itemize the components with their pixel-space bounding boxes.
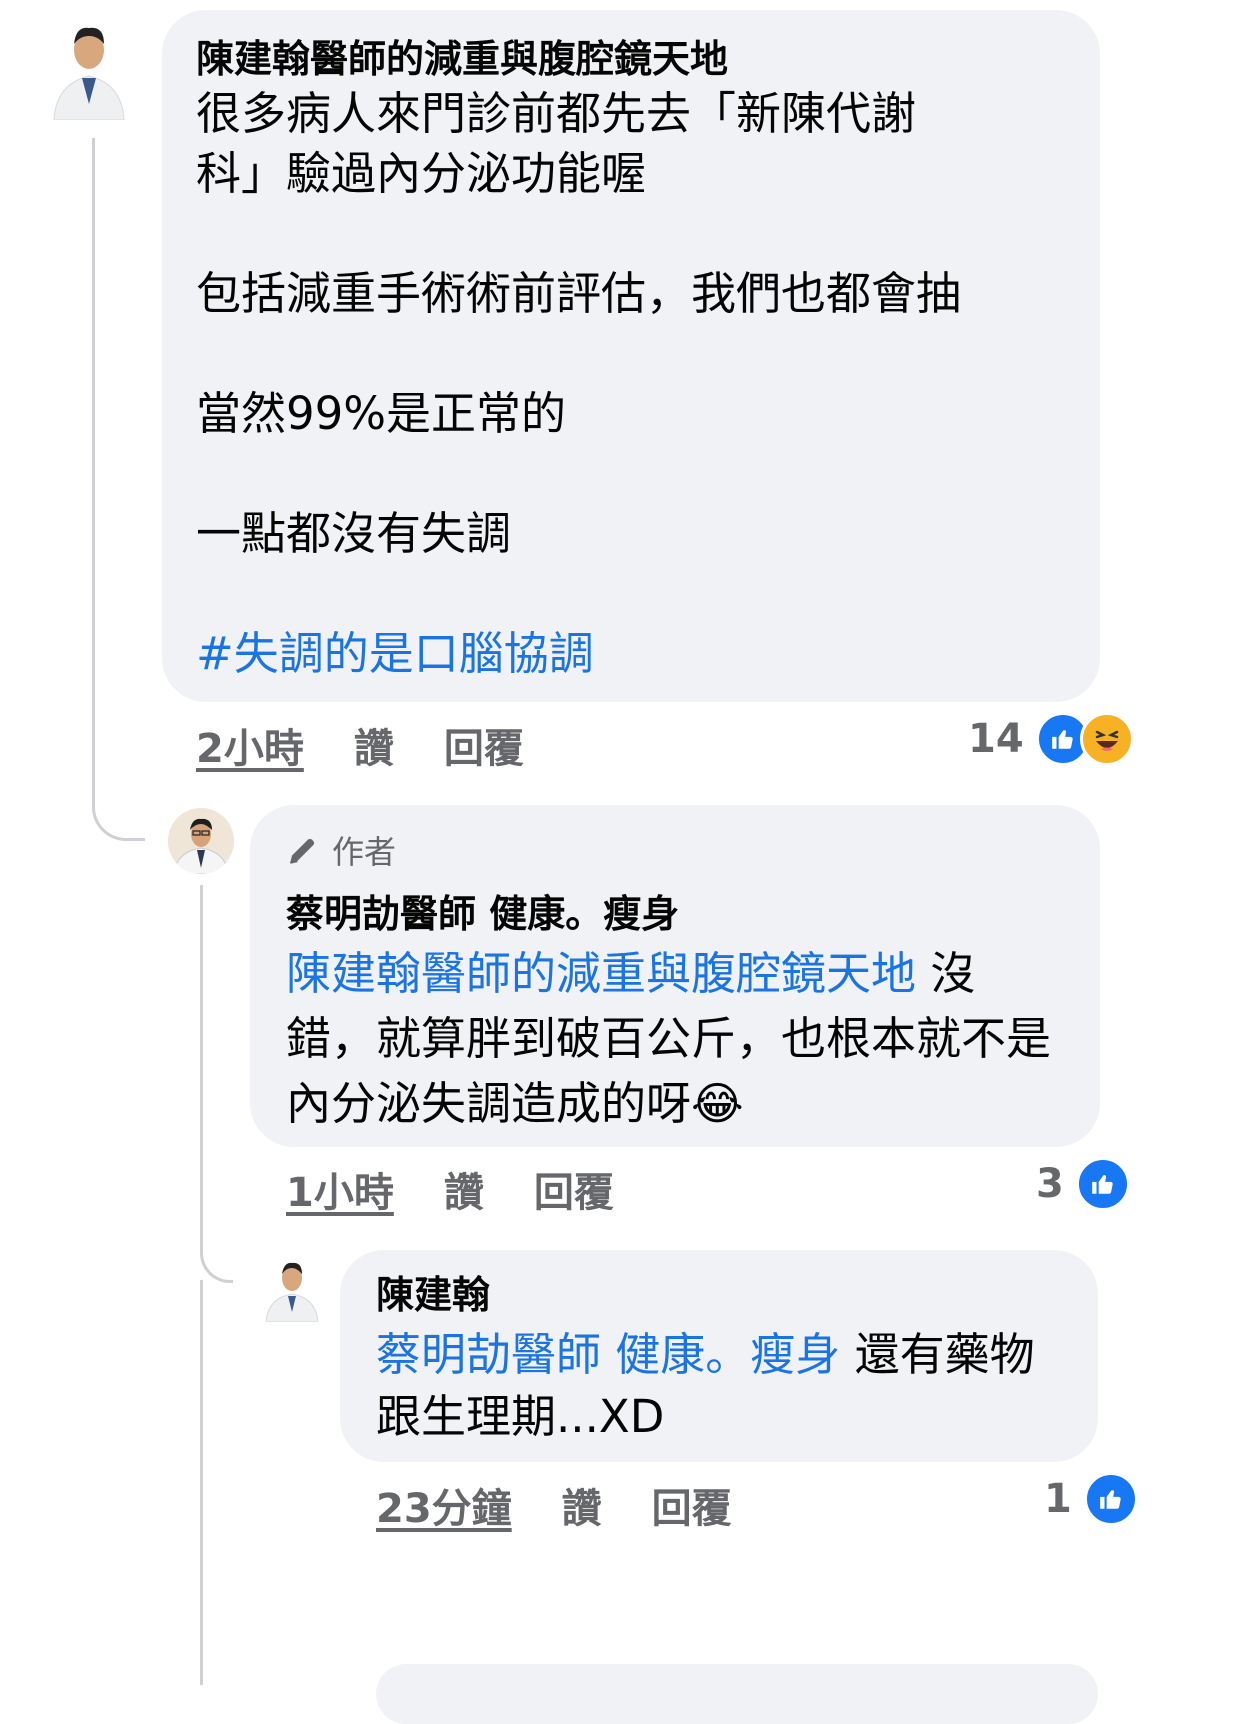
badge-label: 作者 — [332, 833, 397, 871]
reaction-count: 1 — [1044, 1476, 1072, 1522]
haha-icon — [1079, 712, 1134, 766]
next-reply-bubble[interactable] — [376, 1664, 1098, 1724]
comment-actions: 23分鐘 讚 回覆 — [376, 1476, 782, 1534]
mention-link[interactable]: 陳建翰醫師的減重與腹腔鏡天地 — [286, 947, 916, 1000]
doctor-portrait-icon — [168, 808, 234, 874]
reaction-count: 14 — [968, 716, 1024, 762]
timestamp[interactable]: 1小時 — [286, 1160, 394, 1218]
thread-line-reply — [200, 885, 233, 1283]
like-icon — [1075, 1157, 1130, 1211]
mention-link[interactable]: 蔡明劼醫師 健康。瘦身 — [376, 1328, 840, 1381]
reaction-summary[interactable]: 14 — [968, 712, 1134, 766]
avatar[interactable] — [46, 14, 132, 120]
author-badge: 作者 — [286, 827, 1064, 873]
comment-bubble[interactable]: 陳建翰醫師的減重與腹腔鏡天地 很多病人來門診前都先去「新陳代謝 科」驗過內分泌功能… — [162, 10, 1100, 702]
thread-line-continue — [200, 1280, 203, 1685]
comment-text-line — [196, 204, 1066, 264]
hashtag-link[interactable]: #失調的是口腦協調 — [196, 624, 1066, 684]
avatar[interactable] — [168, 808, 234, 874]
reply-text: 陳建翰醫師的減重與腹腔鏡天地 沒錯，就算胖到破百公斤，也根本就不是內分泌失調造成… — [286, 941, 1064, 1136]
comment-text-line: 很多病人來門診前都先去「新陳代謝 — [196, 86, 917, 140]
reply-text: 蔡明劼醫師 健康。瘦身 還有藥物跟生理期...XD — [376, 1324, 1062, 1448]
like-button[interactable]: 讚 — [562, 1476, 602, 1534]
reply-button[interactable]: 回覆 — [534, 1160, 614, 1218]
reply-author[interactable]: 蔡明劼醫師 健康。瘦身 — [286, 891, 1064, 939]
reaction-summary[interactable]: 1 — [1044, 1472, 1138, 1526]
comment-author[interactable]: 陳建翰醫師的減重與腹腔鏡天地 — [196, 36, 1066, 84]
like-button[interactable]: 讚 — [444, 1160, 484, 1218]
comment-text-line: 科」驗過內分泌功能喔 — [196, 146, 647, 200]
reply-button[interactable]: 回覆 — [444, 716, 524, 774]
reaction-count: 3 — [1036, 1161, 1064, 1207]
comment-text-line — [196, 444, 1066, 504]
reply-author[interactable]: 陳建翰 — [376, 1272, 1062, 1320]
reply-bubble[interactable]: 陳建翰 蔡明劼醫師 健康。瘦身 還有藥物跟生理期...XD — [340, 1250, 1098, 1462]
comment-text-line: 當然99%是正常的 — [196, 386, 567, 440]
doctor-portrait-icon — [46, 14, 132, 120]
like-icon — [1083, 1472, 1138, 1526]
reply-bubble[interactable]: 作者 蔡明劼醫師 健康。瘦身 陳建翰醫師的減重與腹腔鏡天地 沒錯，就算胖到破百公… — [250, 805, 1100, 1147]
reaction-summary[interactable]: 3 — [1036, 1157, 1130, 1211]
doctor-portrait-icon — [262, 1254, 322, 1322]
thread-line-main — [92, 138, 145, 841]
comment-actions: 2小時 讚 回覆 — [196, 716, 574, 774]
timestamp[interactable]: 2小時 — [196, 716, 304, 774]
comment-text-line: 一點都沒有失調 — [196, 506, 512, 560]
tears-of-joy-emoji-icon: 😂 — [691, 1076, 744, 1130]
timestamp[interactable]: 23分鐘 — [376, 1476, 512, 1534]
avatar[interactable] — [262, 1254, 322, 1322]
comment-text-line — [196, 564, 1066, 624]
pencil-icon — [286, 833, 320, 867]
comment-text-line — [196, 324, 1066, 384]
comment-actions: 1小時 讚 回覆 — [286, 1160, 664, 1218]
comment-text-line: 包括減重手術術前評估，我們也都會抽 — [196, 266, 962, 320]
like-button[interactable]: 讚 — [354, 716, 394, 774]
comment-text: 很多病人來門診前都先去「新陳代謝 科」驗過內分泌功能喔包括減重手術術前評估，我們也… — [196, 84, 1066, 624]
reply-button[interactable]: 回覆 — [652, 1476, 732, 1534]
